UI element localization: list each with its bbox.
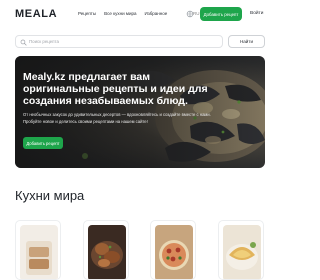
nav-item-favorites[interactable]: Избранное — [144, 11, 167, 16]
cuisine-card[interactable] — [15, 220, 61, 280]
hero-add-recipe-button[interactable]: Добавить рецепт — [23, 137, 63, 149]
cuisine-card-image — [20, 225, 58, 279]
cuisine-card-image — [223, 225, 261, 279]
cuisine-card-image — [155, 225, 193, 279]
cuisine-card-image — [88, 225, 126, 279]
cuisine-card[interactable] — [83, 220, 129, 280]
cuisine-card[interactable] — [218, 220, 264, 280]
search-placeholder: Поиск рецепта — [29, 39, 59, 44]
section-title-world-cuisines: Кухни мира — [15, 188, 85, 203]
search-input[interactable]: Поиск рецепта — [15, 35, 223, 48]
hero-subtitle-line-1: От необычных закусок до удивительных дес… — [23, 112, 211, 117]
search-bar: Поиск рецепта Найти — [15, 35, 265, 48]
search-button[interactable]: Найти — [228, 35, 265, 48]
nav-item-world-cuisines[interactable]: Все кухни мира — [104, 11, 136, 16]
cuisine-cards — [15, 220, 267, 280]
hero-banner: Mealy.kz предлагает вам оригинальные рец… — [15, 56, 265, 168]
login-link[interactable]: Войти — [250, 11, 263, 16]
main-nav: Рецепты Все кухни мира Избранное — [78, 11, 167, 16]
cuisine-card[interactable] — [150, 220, 196, 280]
nav-item-recipes[interactable]: Рецепты — [78, 11, 96, 16]
hero-title: Mealy.kz предлагает вам оригинальные рец… — [23, 71, 208, 107]
top-header: MEALA Рецепты Все кухни мира Избранное R… — [0, 0, 280, 30]
add-recipe-button[interactable]: Добавить рецепт — [200, 7, 242, 21]
search-icon — [20, 39, 27, 46]
language-selector[interactable]: RU — [193, 11, 200, 16]
site-logo[interactable]: MEALA — [15, 8, 57, 20]
hero-subtitle-line-2: Пробуйте новое и делитесь своими рецепта… — [23, 119, 148, 124]
